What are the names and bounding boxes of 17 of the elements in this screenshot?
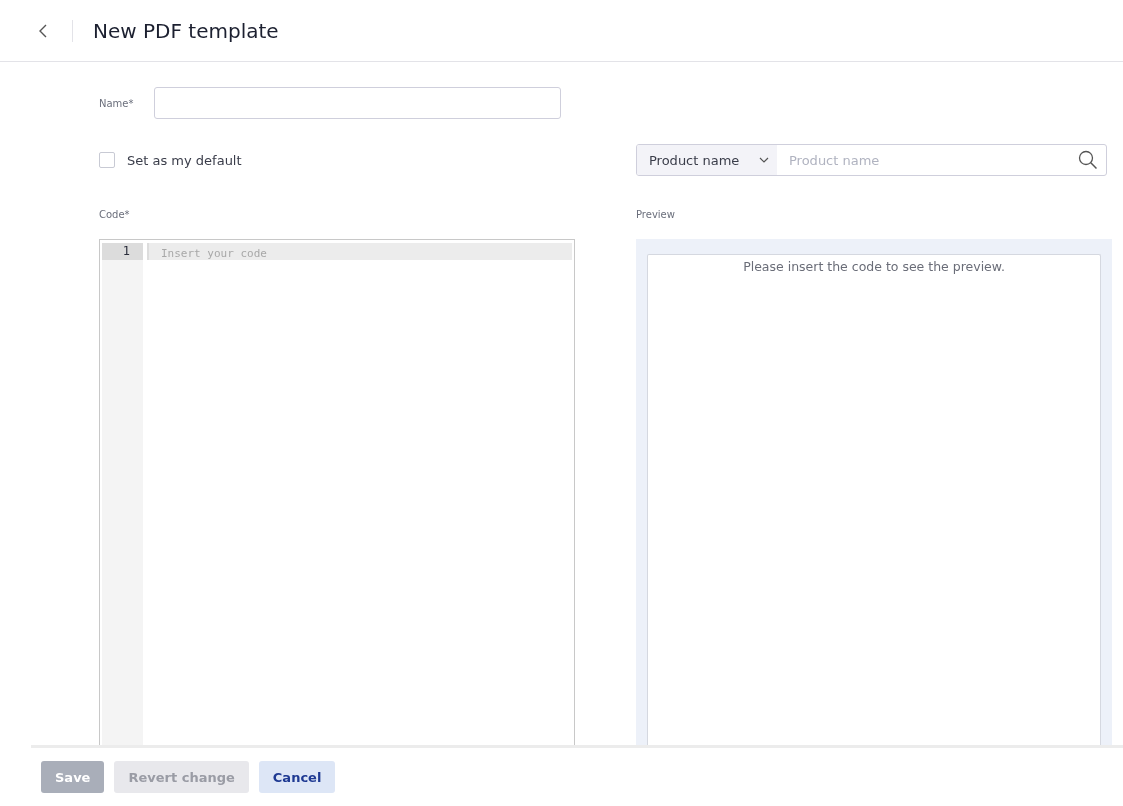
- product-search-field[interactable]: Product name Product name: [636, 144, 1107, 176]
- default-checkbox[interactable]: [99, 152, 115, 168]
- preview-label: Preview: [636, 209, 676, 220]
- search-icon[interactable]: [1078, 150, 1098, 170]
- code-editor[interactable]: 1 Insert your code: [99, 239, 575, 745]
- line-number: 1: [102, 243, 143, 260]
- chevron-down-icon: [759, 157, 769, 163]
- code-label: Code*: [99, 209, 131, 220]
- page-title: New PDF template: [93, 18, 279, 43]
- chevron-left-icon: [38, 23, 48, 38]
- code-placeholder: Insert your code: [161, 247, 267, 260]
- preview-message: Please insert the code to see the preview.: [743, 259, 1005, 274]
- name-label: Name*: [99, 97, 134, 109]
- action-button[interactable]: Cancel: [258, 761, 336, 793]
- filter-dropdown[interactable]: Product name: [637, 145, 777, 175]
- checkbox-label: Set as my default: [127, 152, 242, 168]
- name-field[interactable]: [153, 87, 561, 119]
